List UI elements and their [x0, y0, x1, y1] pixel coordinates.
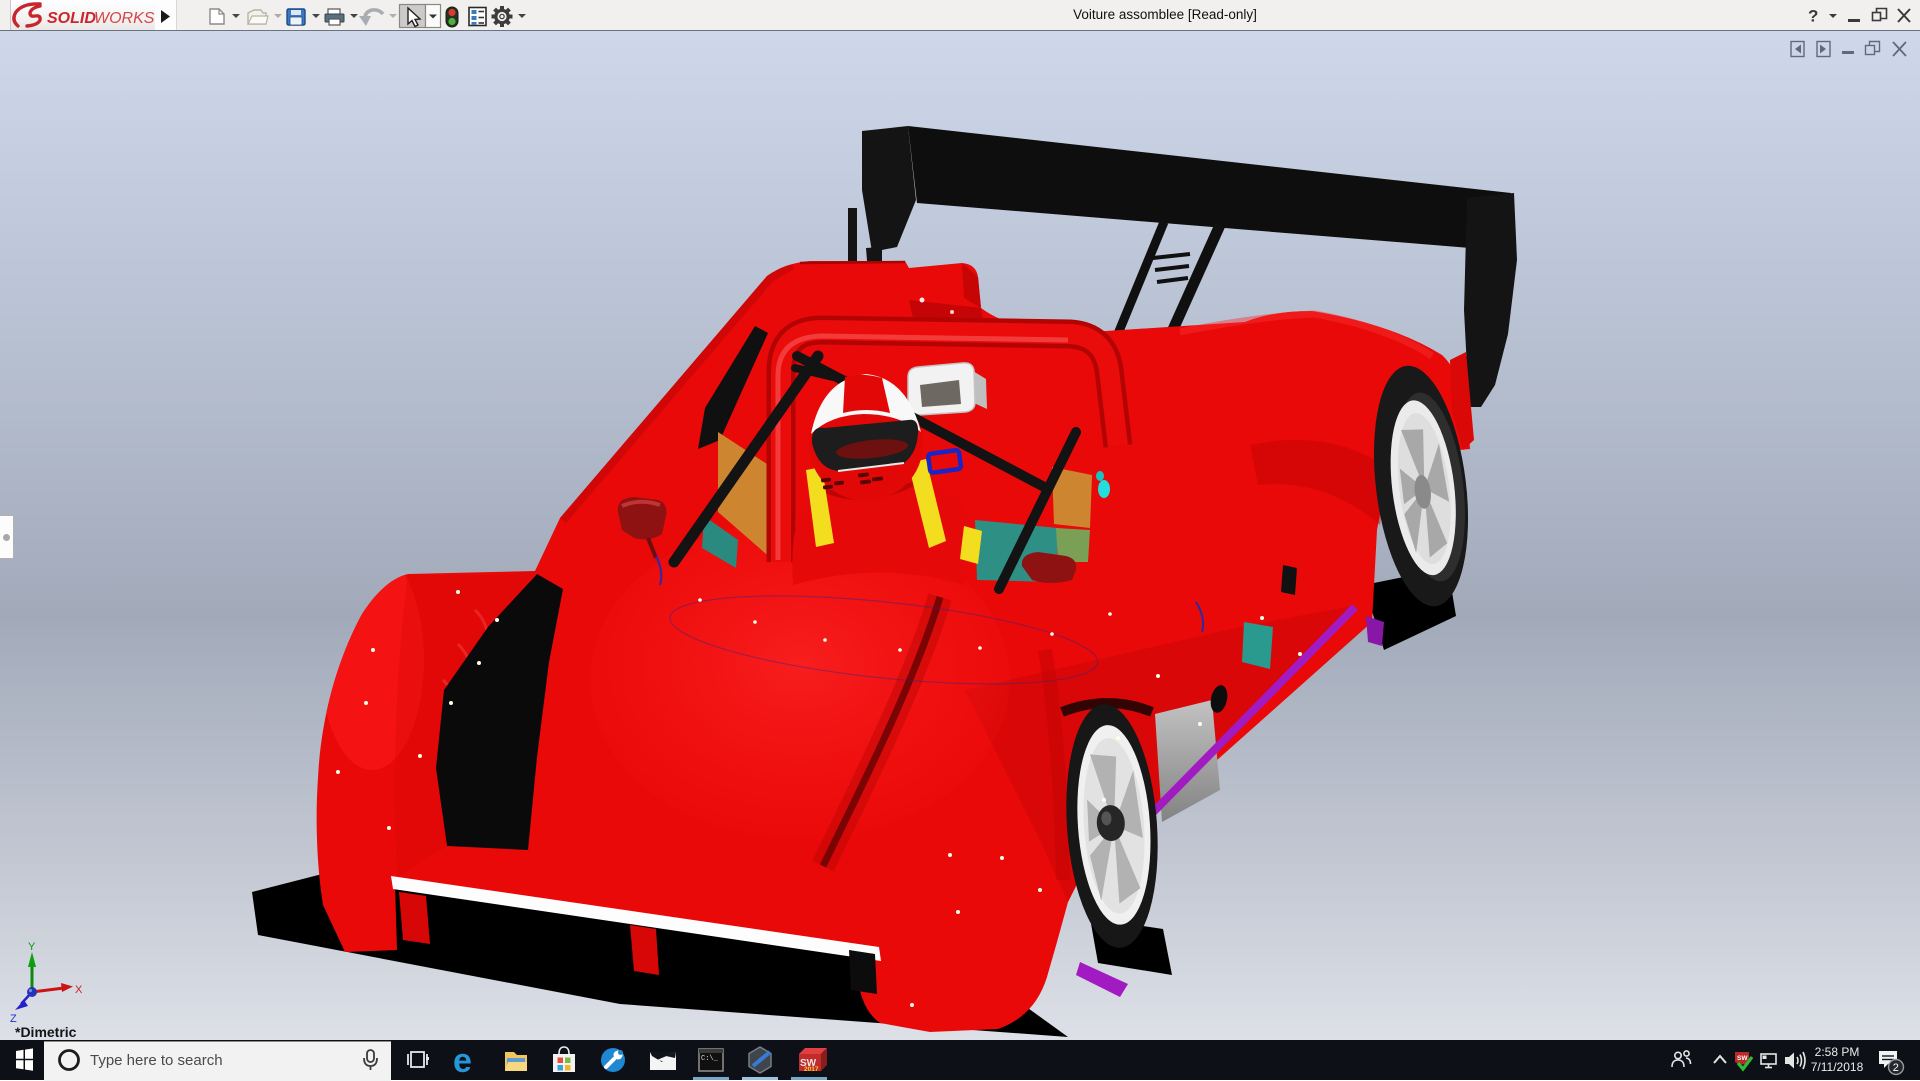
svg-text:SOLID: SOLID: [47, 10, 96, 27]
svg-text:2017: 2017: [804, 1066, 819, 1073]
svg-text:Z: Z: [10, 1013, 17, 1023]
svg-text:Y: Y: [28, 941, 36, 953]
svg-text:e: e: [453, 1042, 472, 1080]
svg-text:C:\_: C:\_: [701, 1055, 719, 1063]
svg-text:X: X: [75, 984, 83, 996]
svg-text:2: 2: [1893, 1062, 1899, 1074]
svg-text:?: ?: [1808, 7, 1818, 26]
svg-text:SW: SW: [1737, 1055, 1748, 1062]
svg-text:WORKS: WORKS: [94, 10, 155, 27]
